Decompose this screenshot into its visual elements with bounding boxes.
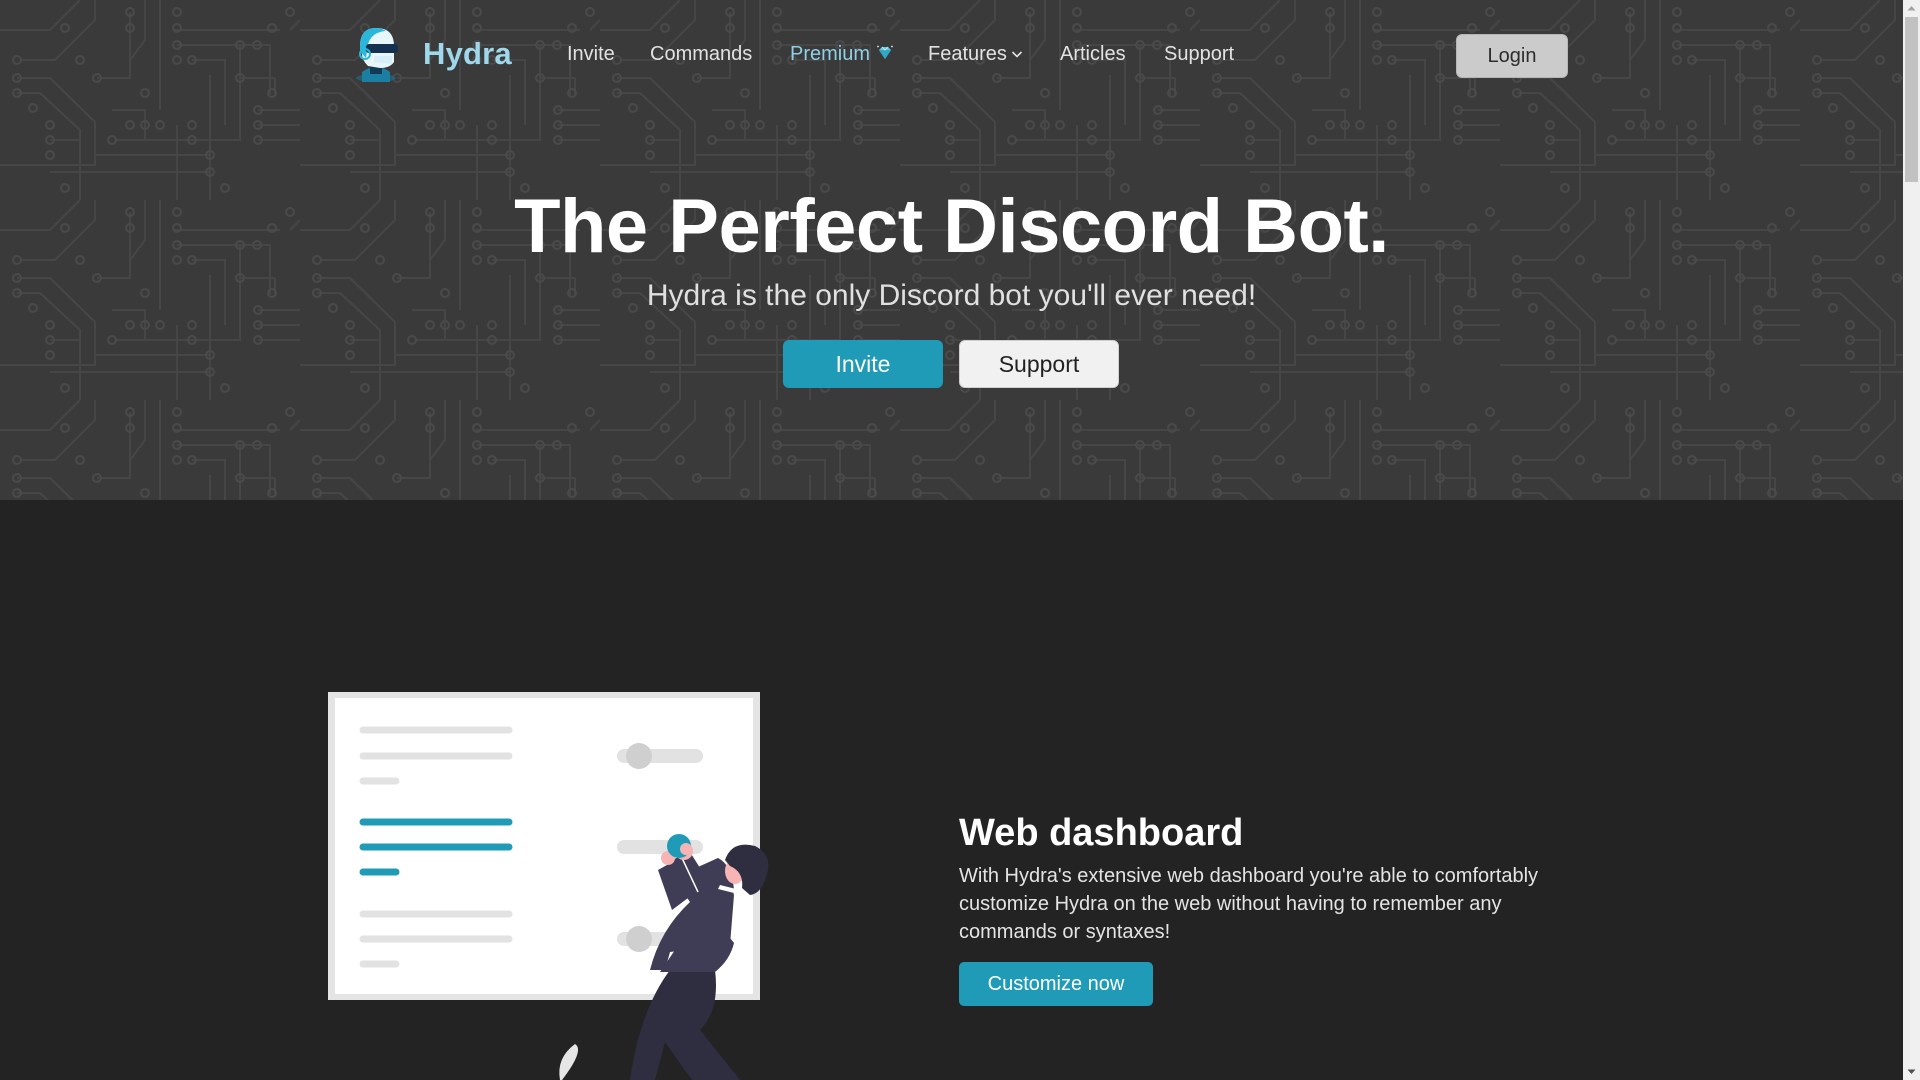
nav-invite-link[interactable]: Invite bbox=[567, 43, 615, 66]
hero-invite-button[interactable]: Invite bbox=[783, 340, 943, 388]
nav-features-label: Features bbox=[928, 43, 1007, 65]
diamond-icon bbox=[877, 45, 893, 59]
page: Hydra Invite Commands Premium Features A… bbox=[0, 0, 1903, 1080]
hero-title: The Perfect Discord Bot. bbox=[514, 184, 1389, 269]
nav-support-label: Support bbox=[1164, 43, 1235, 65]
brand-name[interactable]: Hydra bbox=[423, 36, 512, 72]
hero-subtitle: Hydra is the only Discord bot you'll eve… bbox=[646, 279, 1257, 312]
scrollbar-thumb[interactable] bbox=[1905, 17, 1918, 182]
nav-commands-label: Commands bbox=[650, 43, 753, 65]
dashboard-illustration bbox=[328, 692, 769, 1080]
nav-features-dropdown[interactable]: Features bbox=[928, 43, 1023, 66]
feature-description: With Hydra's extensive web dashboard you… bbox=[959, 865, 1539, 943]
nav-commands-link[interactable]: Commands bbox=[650, 43, 752, 66]
chevron-down-icon bbox=[1011, 51, 1023, 58]
nav-premium-label: Premium bbox=[790, 43, 871, 65]
hero-section: Hydra Invite Commands Premium Features A… bbox=[0, 0, 1903, 500]
nav-invite-label: Invite bbox=[567, 43, 615, 65]
nav-articles-label: Articles bbox=[1060, 43, 1126, 65]
feature-title: Web dashboard bbox=[959, 812, 1244, 854]
hero-support-button[interactable]: Support bbox=[959, 340, 1119, 388]
scroll-down-arrow-icon[interactable] bbox=[1903, 1063, 1920, 1080]
customize-now-button[interactable]: Customize now bbox=[959, 962, 1153, 1006]
scroll-up-arrow-icon[interactable] bbox=[1903, 0, 1920, 17]
vertical-scrollbar[interactable] bbox=[1903, 0, 1920, 1080]
top-navbar: Hydra Invite Commands Premium Features A… bbox=[0, 0, 1903, 112]
nav-articles-link[interactable]: Articles bbox=[1060, 43, 1126, 66]
nav-premium-link[interactable]: Premium bbox=[790, 43, 894, 66]
nav-support-link[interactable]: Support bbox=[1164, 43, 1234, 66]
robot-head-logo-icon[interactable] bbox=[352, 24, 402, 82]
login-button[interactable]: Login bbox=[1456, 34, 1568, 78]
